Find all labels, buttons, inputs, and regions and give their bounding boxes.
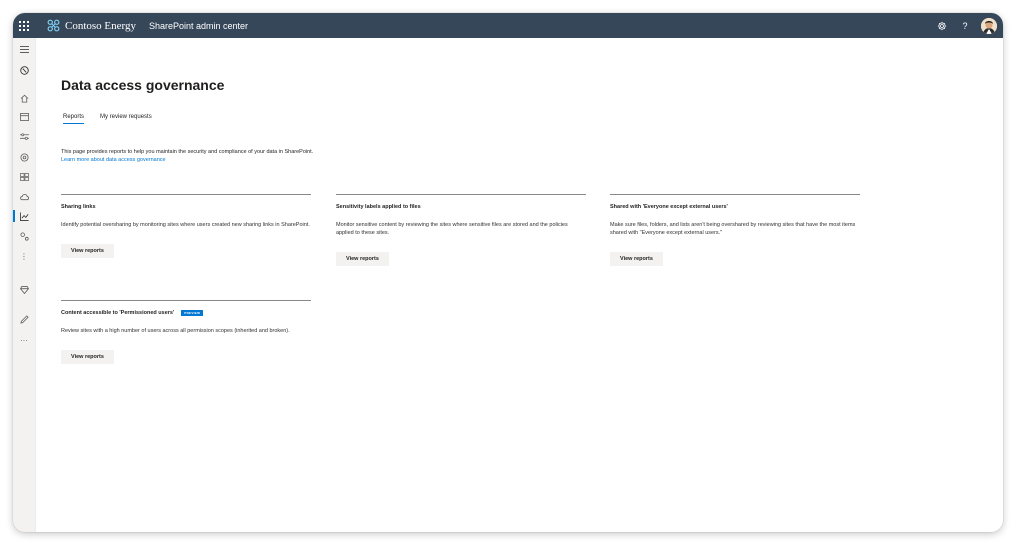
help-icon[interactable]: ?	[958, 19, 972, 33]
brand[interactable]: Contoso Energy	[47, 19, 136, 32]
migration-icon[interactable]	[18, 191, 30, 203]
app-window: Contoso Energy SharePoint admin center ?	[13, 13, 1003, 532]
policies-icon[interactable]	[18, 131, 30, 143]
card-everyone-except-external: Shared with 'Everyone except external us…	[610, 194, 860, 266]
tab-reports[interactable]: Reports	[61, 114, 86, 124]
globe-icon[interactable]	[18, 64, 30, 76]
gear-icon[interactable]	[935, 19, 949, 33]
card-sensitivity-labels: Sensitivity labels applied to files Moni…	[336, 194, 586, 266]
waffle-icon	[19, 20, 29, 31]
edit-icon[interactable]	[18, 313, 30, 325]
card-description: Review sites with a high number of users…	[61, 328, 290, 334]
card-title: Content accessible to 'Permissioned user…	[61, 310, 311, 316]
page-description: This page provides reports to help you m…	[61, 148, 313, 164]
page-title: Data access governance	[61, 77, 225, 93]
view-reports-button[interactable]: View reports	[61, 350, 114, 364]
card-title: Sensitivity labels applied to files	[336, 204, 586, 210]
learn-more-link[interactable]: Learn more about data access governance	[61, 156, 313, 164]
org-name: Contoso Energy	[65, 19, 136, 32]
main-content: Data access governance Reports My review…	[36, 38, 1003, 532]
reports-icon[interactable]	[18, 210, 30, 222]
hamburger-icon[interactable]	[18, 43, 30, 55]
card-description: Make sure files, folders, and lists aren…	[610, 222, 856, 236]
home-icon[interactable]	[18, 92, 30, 104]
content-services-icon[interactable]	[18, 171, 30, 183]
advanced-management-icon[interactable]	[18, 230, 30, 242]
active-nav-indicator	[13, 210, 15, 222]
app-launcher-button[interactable]	[13, 13, 35, 38]
sites-icon[interactable]	[18, 111, 30, 123]
view-reports-button[interactable]: View reports	[610, 252, 663, 266]
view-reports-button[interactable]: View reports	[61, 244, 114, 258]
card-title-text: Content accessible to 'Permissioned user…	[61, 310, 175, 316]
card-permissioned-users: Content accessible to 'Permissioned user…	[61, 300, 311, 364]
settings-icon[interactable]	[18, 151, 30, 163]
card-description: Monitor sensitive content by reviewing t…	[336, 222, 568, 236]
card-title-text: Sharing links	[61, 204, 96, 210]
card-description: Identify potential oversharing by monito…	[61, 222, 310, 228]
tab-my-review-requests[interactable]: My review requests	[98, 114, 154, 124]
card-title: Sharing links	[61, 204, 311, 210]
card-title-text: Sensitivity labels applied to files	[336, 204, 421, 210]
card-sharing-links: Sharing links Identify potential oversha…	[61, 194, 311, 258]
diamond-icon[interactable]	[18, 284, 30, 296]
more-icon[interactable]: ⋮	[18, 250, 30, 262]
contoso-logo-icon	[47, 19, 60, 32]
left-nav-rail: ⋮ ···	[13, 38, 36, 532]
view-reports-button[interactable]: View reports	[336, 252, 389, 266]
description-text: This page provides reports to help you m…	[61, 149, 314, 155]
card-title-text: Shared with 'Everyone except external us…	[610, 204, 728, 210]
avatar[interactable]	[981, 17, 997, 34]
card-title: Shared with 'Everyone except external us…	[610, 204, 860, 210]
preview-badge: PREVIEW	[181, 310, 204, 316]
top-bar: Contoso Energy SharePoint admin center ?	[13, 13, 1003, 38]
ellipsis-icon[interactable]: ···	[18, 334, 30, 346]
tab-list: Reports My review requests	[61, 114, 166, 124]
app-name[interactable]: SharePoint admin center	[149, 21, 248, 31]
